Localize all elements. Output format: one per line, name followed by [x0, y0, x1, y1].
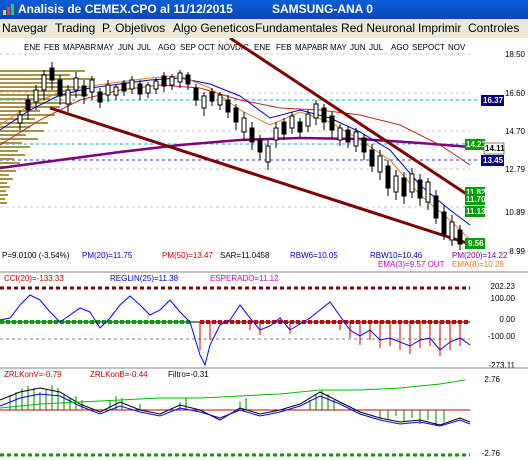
zrl-axis-tick: 2.76	[484, 375, 500, 384]
filtro-label: Filtro=-0.31	[168, 370, 209, 379]
resistance-trendline	[229, 38, 469, 197]
cci-axis-tick: 100.00	[491, 294, 516, 303]
month-label: JUL	[369, 43, 384, 52]
price-axis-tick: 12.79	[505, 165, 526, 174]
cci-label: CCI(20)=-133.33	[4, 274, 64, 283]
month-label: AGO	[158, 43, 176, 52]
price-tag: 11.13	[466, 207, 486, 216]
price-axis-tick: 14.70	[505, 127, 526, 136]
stat-sar: SAR=11.0458	[220, 251, 270, 260]
stat-ema3: EMA(3)=9.57 OUT	[378, 260, 445, 269]
cci-axis-tick: 0.00	[499, 315, 515, 324]
price-tag: 11.70	[466, 195, 486, 204]
device-label: SAMSUNG-ANA 0	[272, 2, 373, 16]
month-label: BR	[317, 43, 328, 52]
month-label: JUL	[137, 43, 152, 52]
stat-price: P=9.0100 (-3.54%)	[2, 251, 70, 260]
menu-algo-geneticos[interactable]: Algo Geneticos	[173, 21, 254, 35]
price-axis-tick: 8.99	[509, 247, 525, 256]
menu-controles[interactable]: Controles	[468, 21, 519, 35]
cci-axis-tick: -273.11	[488, 361, 515, 370]
month-label: JUN	[118, 43, 134, 52]
month-label: JUN	[350, 43, 366, 52]
chart-app-icon	[3, 4, 14, 15]
month-label: MAY	[97, 43, 114, 52]
zrl-panel[interactable]: ZRLKonV=-0.79 ZRLKonB=-0.44 Filtro=-0.31	[0, 367, 528, 458]
menu-fundamentales[interactable]: Fundamentales	[255, 21, 338, 35]
month-label: NOV	[448, 43, 466, 52]
menu-imprimir[interactable]: Imprimir	[418, 21, 461, 35]
month-label: MAPA	[295, 43, 318, 52]
month-label: ENE	[24, 43, 40, 52]
price-panel[interactable]: ENE FEB MAPA BR MAY JUN JUL AGO SEP OCT …	[0, 38, 526, 269]
menu-objetivos[interactable]: P. Objetivos	[102, 21, 165, 35]
month-label: MAPA	[63, 43, 86, 52]
menu-trading[interactable]: Trading	[55, 21, 95, 35]
menu-red-neuronal[interactable]: Red Neuronal	[341, 21, 415, 35]
zrl-axis-tick: -2.76	[482, 449, 501, 458]
cci-axis-tick: -100.00	[488, 332, 516, 341]
zrlkonv-label: ZRLKonV=-0.79	[4, 370, 62, 379]
price-axis-tick: 10.89	[505, 208, 526, 217]
month-label: AGO	[391, 43, 409, 52]
reglin-label: REGLIN(25)=11.38	[110, 274, 179, 283]
month-label: OCT	[198, 43, 215, 52]
pm200-line	[0, 136, 471, 170]
price-tag: 14.21	[466, 140, 487, 149]
stat-pm200: PM(200)=14.22	[452, 251, 508, 260]
cci-panel[interactable]: CCI(20)=-133.33 REGLIN(25)=11.38 ESPERAD…	[0, 271, 528, 370]
price-tag: 14.11	[485, 144, 505, 153]
zrlkonb-label: ZRLKonB=-0.44	[90, 370, 148, 379]
chart-area[interactable]: ENE FEB MAPA BR MAY JUN JUL AGO SEP OCT …	[0, 38, 528, 460]
stat-ema8: EMA(8)=10.28	[452, 260, 504, 269]
esperado-label: ESPERADO=11.12	[210, 274, 279, 283]
cci-axis-tick: 202.23	[491, 282, 516, 291]
stat-pm20: PM(20)=11.75	[82, 251, 133, 260]
menu-bar: Navegar Trading P. Objetivos Algo Geneti…	[0, 19, 528, 38]
price-tag: 16.37	[483, 96, 504, 105]
price-axis-tick: 18.50	[505, 50, 526, 59]
price-axis-tick: 16.60	[505, 89, 526, 98]
window-title: Analisis de CEMEX.CPO al 11/12/2015	[18, 2, 233, 16]
month-label: MAY	[330, 43, 347, 52]
month-label: FEB	[44, 43, 60, 52]
price-tag: 13.45	[483, 156, 504, 165]
month-label: NOV	[218, 43, 236, 52]
menu-navegar[interactable]: Navegar	[2, 21, 47, 35]
month-label: OCT	[428, 43, 445, 52]
price-tag: 9.56	[468, 239, 484, 248]
stat-rbw10: RBW10=10.46	[370, 251, 423, 260]
month-label: SEP	[180, 43, 196, 52]
month-label: BR	[85, 43, 96, 52]
month-label: FEB	[276, 43, 292, 52]
title-bar: Analisis de CEMEX.CPO al 11/12/2015 SAMS…	[0, 0, 528, 19]
stat-rbw6: RBW6=10.05	[290, 251, 338, 260]
month-label: ENE	[254, 43, 270, 52]
stat-pm50: PM(50)=13.47	[162, 251, 213, 260]
month-label: SEP	[412, 43, 428, 52]
